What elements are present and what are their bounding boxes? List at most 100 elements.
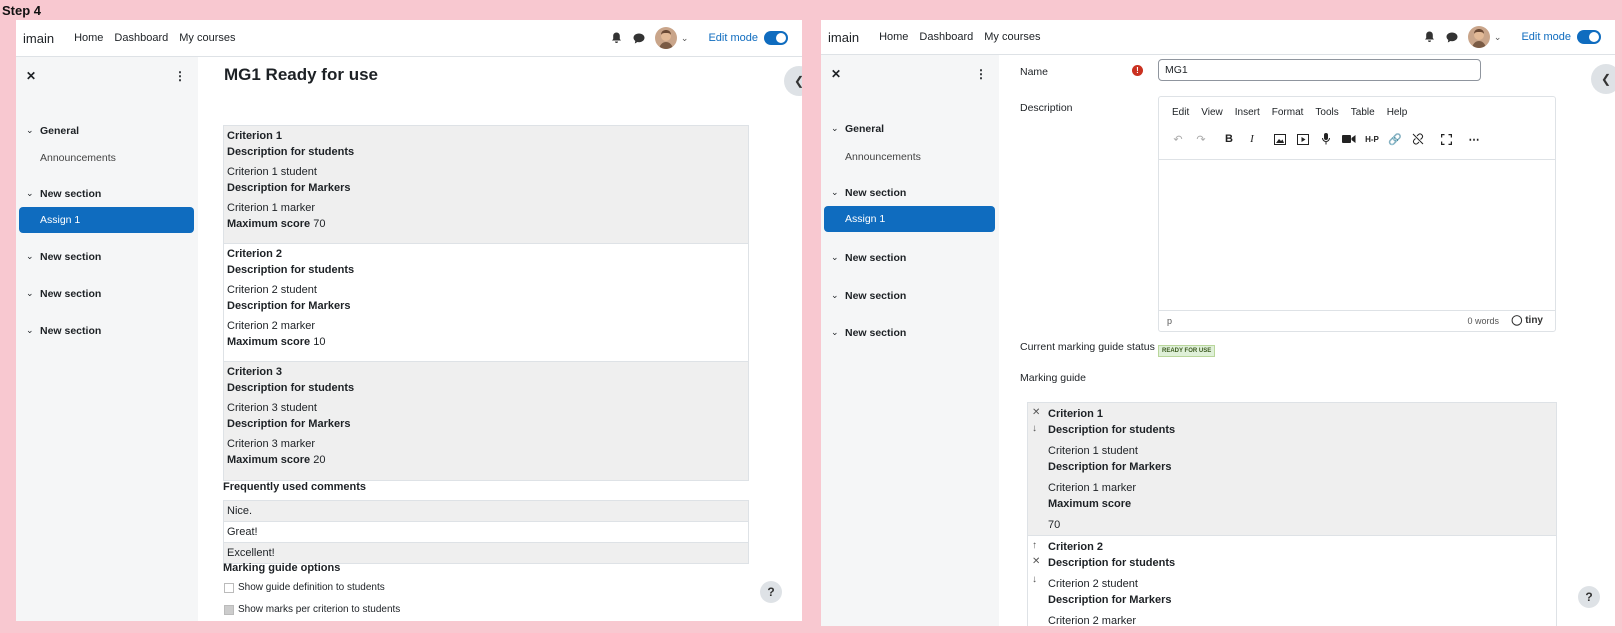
section-new-2[interactable]: ⌄ New section [821,252,999,264]
close-icon[interactable]: ✕ [831,67,841,81]
nav-home[interactable]: Home [74,32,103,44]
editor-content-area[interactable] [1159,159,1555,312]
chevron-down-icon[interactable]: ⌄ [831,123,839,134]
item-assign-1[interactable]: Assign 1 [824,206,995,232]
editor-toolbar: ↶ ↷ B I H-P 🔗 ⋯ [1169,131,1488,147]
video-icon[interactable] [1340,131,1358,147]
menu-format[interactable]: Format [1272,107,1304,118]
description-editor: Edit View Insert Format Tools Table Help… [1158,96,1556,332]
item-announcements[interactable]: Announcements [821,151,999,163]
criterion-name[interactable]: Criterion 2 [1048,539,1556,555]
word-count[interactable]: 0 words [1467,316,1499,326]
bell-icon[interactable] [1422,29,1438,45]
section-new-1[interactable]: ⌄ New section [16,188,198,200]
bold-icon[interactable]: B [1220,131,1238,147]
site-brand[interactable]: imain [23,31,54,46]
chevron-left-icon[interactable]: ❮ [784,66,802,96]
item-assign-1[interactable]: Assign 1 [19,207,194,233]
desc-students[interactable]: Criterion 1 student [1048,443,1556,459]
user-avatar[interactable] [654,27,677,49]
marking-guide-editor: ✕ ↓ Criterion 1 Description for students… [1027,402,1557,626]
desc-students[interactable]: Criterion 2 student [1048,576,1556,592]
tiny-logo[interactable]: ◯ tiny [1511,315,1543,326]
undo-icon[interactable]: ↶ [1169,131,1187,147]
h5p-icon[interactable]: H-P [1363,131,1381,147]
nav-home[interactable]: Home [879,31,908,43]
section-new-4[interactable]: ⌄ New section [16,325,198,337]
chat-icon[interactable] [631,30,647,46]
kebab-menu-icon[interactable]: ⋮ [975,67,987,81]
arrow-up-icon[interactable]: ↑ [1032,540,1037,551]
max-score: Maximum score 70 [227,217,326,230]
nav-my-courses[interactable]: My courses [179,32,235,44]
checkbox[interactable] [224,604,234,615]
chevron-down-icon[interactable]: ⌄ [26,325,34,336]
section-general[interactable]: ⌄ General [821,123,999,135]
section-new-3[interactable]: ⌄ New section [16,288,198,300]
menu-view[interactable]: View [1201,107,1223,118]
element-path[interactable]: p [1167,316,1172,326]
checkbox[interactable] [224,582,234,593]
redo-icon[interactable]: ↷ [1192,131,1210,147]
italic-icon[interactable]: I [1243,131,1261,147]
chevron-down-icon[interactable]: ⌄ [26,251,34,262]
chevron-down-icon[interactable]: ⌄ [26,188,34,199]
section-general[interactable]: ⌄ General [16,125,198,137]
criterion-name[interactable]: Criterion 1 [1048,406,1556,422]
nav-dashboard[interactable]: Dashboard [114,32,168,44]
section-new-2[interactable]: ⌄ New section [16,251,198,263]
chevron-down-icon[interactable]: ⌄ [831,187,839,198]
microphone-icon[interactable] [1317,131,1335,147]
chevron-down-icon[interactable]: ⌄ [1494,32,1502,43]
delete-icon[interactable]: ✕ [1032,407,1040,418]
kebab-menu-icon[interactable]: ⋮ [174,69,186,83]
max-score[interactable]: 70 [1048,517,1556,533]
desc-markers-label: Description for Markers [227,299,351,312]
help-button[interactable]: ? [1578,586,1600,608]
desc-markers[interactable]: Criterion 1 marker [1048,480,1556,496]
chevron-down-icon[interactable]: ⌄ [831,290,839,301]
section-new-3[interactable]: ⌄ New section [821,290,999,302]
max-score: Maximum score 10 [227,335,326,348]
chevron-down-icon[interactable]: ⌄ [26,125,34,136]
menu-insert[interactable]: Insert [1235,107,1260,118]
section-new-4[interactable]: ⌄ New section [821,327,999,339]
unlink-icon[interactable] [1409,131,1427,147]
menu-tools[interactable]: Tools [1315,107,1338,118]
menu-help[interactable]: Help [1387,107,1408,118]
user-avatar[interactable] [1467,26,1490,48]
close-icon[interactable]: ✕ [26,69,36,83]
section-new-1[interactable]: ⌄ New section [821,187,999,199]
desc-markers: Criterion 2 marker [227,320,316,332]
marking-guide-label: Marking guide [1020,372,1086,384]
arrow-down-icon[interactable]: ↓ [1032,574,1037,585]
nav-my-courses[interactable]: My courses [984,31,1040,43]
link-icon[interactable]: 🔗 [1386,131,1404,147]
desc-markers: Criterion 3 marker [227,438,316,450]
fullscreen-icon[interactable] [1437,131,1455,147]
image-icon[interactable] [1271,131,1289,147]
media-icon[interactable] [1294,131,1312,147]
edit-mode-toggle[interactable] [1577,30,1601,44]
chevron-down-icon[interactable]: ⌄ [26,288,34,299]
item-announcements[interactable]: Announcements [16,152,198,164]
nav-dashboard[interactable]: Dashboard [919,31,973,43]
name-input[interactable]: MG1 [1158,59,1481,81]
desc-markers[interactable]: Criterion 2 marker [1048,613,1556,626]
menu-edit[interactable]: Edit [1172,107,1189,118]
delete-icon[interactable]: ✕ [1032,556,1040,567]
arrow-down-icon[interactable]: ↓ [1032,423,1037,434]
chevron-down-icon[interactable]: ⌄ [831,327,839,338]
chevron-down-icon[interactable]: ⌄ [681,33,689,44]
chevron-left-icon[interactable]: ❮ [1591,64,1615,94]
site-brand[interactable]: imain [828,30,859,45]
chat-icon[interactable] [1444,29,1460,45]
edit-mode-toggle[interactable] [764,31,788,45]
help-button[interactable]: ? [760,581,782,603]
chevron-down-icon[interactable]: ⌄ [831,252,839,263]
bell-icon[interactable] [609,30,625,46]
menu-table[interactable]: Table [1351,107,1375,118]
criterion-row: ↑ ✕ ↓ Criterion 2 Description for studen… [1028,536,1556,626]
desc-students-label: Description for students [227,145,355,158]
more-icon[interactable]: ⋯ [1465,131,1483,147]
